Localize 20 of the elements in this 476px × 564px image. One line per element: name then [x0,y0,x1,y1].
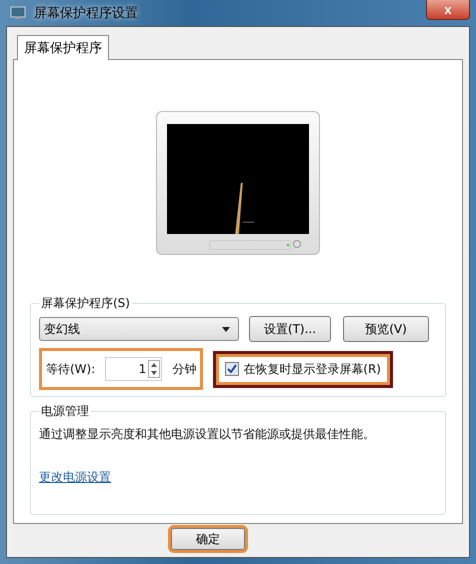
wait-spinner[interactable]: 1 [105,357,162,381]
wait-label: 等待(W): [46,360,96,378]
power-button-icon [293,240,301,248]
screensaver-dropdown[interactable]: 变幻线 [39,317,239,341]
unit-label: 分钟 [172,360,196,378]
group-label: 电源管理 [40,403,90,420]
settings-button[interactable]: 设置(T)... [249,316,331,342]
down-arrow-icon[interactable] [149,369,160,377]
power-description: 通过调整显示亮度和其他电源设置以节省能源或提供最佳性能。 [39,426,376,443]
caret-icon [222,326,230,332]
tab[interactable]: 屏幕保护程序 [17,35,109,60]
ok-button[interactable]: 确定 [171,528,245,550]
checkbox[interactable] [225,362,240,376]
preview-button[interactable]: 预览(V) [343,316,429,342]
checkbox-label: 在恢复时显示登录屏幕(R) [243,360,381,378]
window-title: 屏幕保护程序设置 [34,5,138,22]
group-label: 屏幕保护程序(S) [40,295,131,312]
power-settings-link[interactable]: 更改电源设置 [39,469,111,486]
up-arrow-icon[interactable] [149,361,160,369]
monitor-icon [10,6,28,20]
